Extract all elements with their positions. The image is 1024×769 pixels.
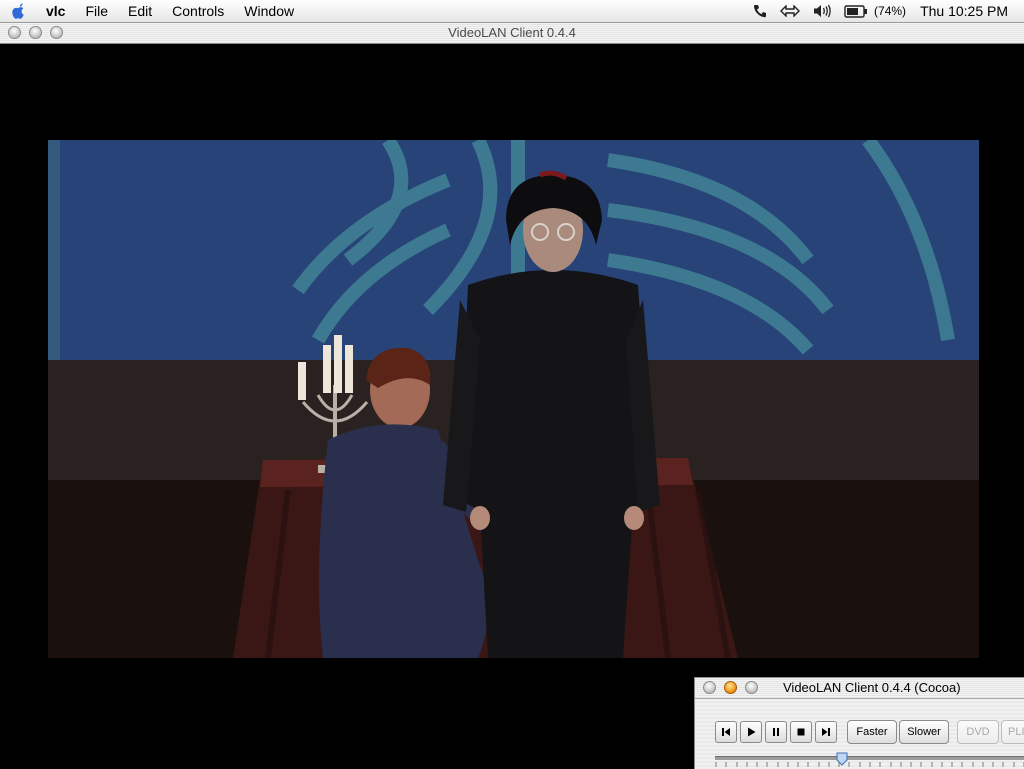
skip-back-icon [722, 728, 730, 736]
pause-button[interactable] [765, 721, 787, 743]
menu-edit[interactable]: Edit [118, 0, 162, 22]
battery-percent: (74%) [874, 4, 907, 18]
position-slider-track[interactable] [715, 756, 1024, 760]
controller-zoom-icon[interactable] [745, 681, 758, 694]
apple-menu-icon[interactable] [0, 0, 36, 22]
menu-bar: vlc File Edit Controls Window (74%) Thu … [0, 0, 1024, 23]
menu-app-vlc[interactable]: vlc [36, 0, 75, 22]
skip-forward-icon [822, 728, 830, 736]
play-button[interactable] [740, 721, 762, 743]
controller-minimize-icon[interactable] [724, 681, 737, 694]
pause-icon [773, 728, 779, 736]
menu-controls[interactable]: Controls [162, 0, 234, 22]
play-icon [748, 727, 756, 737]
controller-titlebar[interactable]: VideoLAN Client 0.4.4 (Cocoa) [695, 678, 1024, 699]
menu-extras: (74%) Thu 10:25 PM [746, 0, 1024, 22]
menu-window[interactable]: Window [234, 0, 304, 22]
network-arrows-icon[interactable] [774, 0, 806, 22]
dvd-button[interactable]: DVD [957, 720, 999, 744]
video-picture [48, 140, 979, 658]
video-output-area[interactable] [0, 44, 1024, 768]
position-slider-ticks [715, 762, 1024, 767]
menu-file[interactable]: File [75, 0, 118, 22]
controller-title: VideoLAN Client 0.4.4 (Cocoa) [783, 680, 961, 695]
next-button[interactable] [815, 721, 837, 743]
slower-button[interactable]: Slower [899, 720, 949, 744]
position-slider-knob[interactable] [836, 752, 848, 766]
controller-close-icon[interactable] [703, 681, 716, 694]
main-window-titlebar[interactable]: VideoLAN Client 0.4.4 [0, 23, 1024, 44]
battery-icon[interactable] [838, 0, 874, 22]
previous-button[interactable] [715, 721, 737, 743]
playlist-button[interactable]: PLIST [1001, 720, 1024, 744]
phone-icon[interactable] [746, 0, 774, 22]
stop-icon [797, 728, 805, 736]
controller-body: Faster Slower DVD PLIST [695, 699, 1024, 769]
volume-icon[interactable] [806, 0, 838, 22]
controller-window: VideoLAN Client 0.4.4 (Cocoa) Faster Slo… [694, 677, 1024, 769]
faster-button[interactable]: Faster [847, 720, 897, 744]
main-window-title: VideoLAN Client 0.4.4 [448, 25, 576, 40]
stop-button[interactable] [790, 721, 812, 743]
menu-clock[interactable]: Thu 10:25 PM [916, 3, 1024, 19]
controller-window-buttons [703, 681, 758, 694]
video-frame[interactable] [48, 140, 979, 658]
